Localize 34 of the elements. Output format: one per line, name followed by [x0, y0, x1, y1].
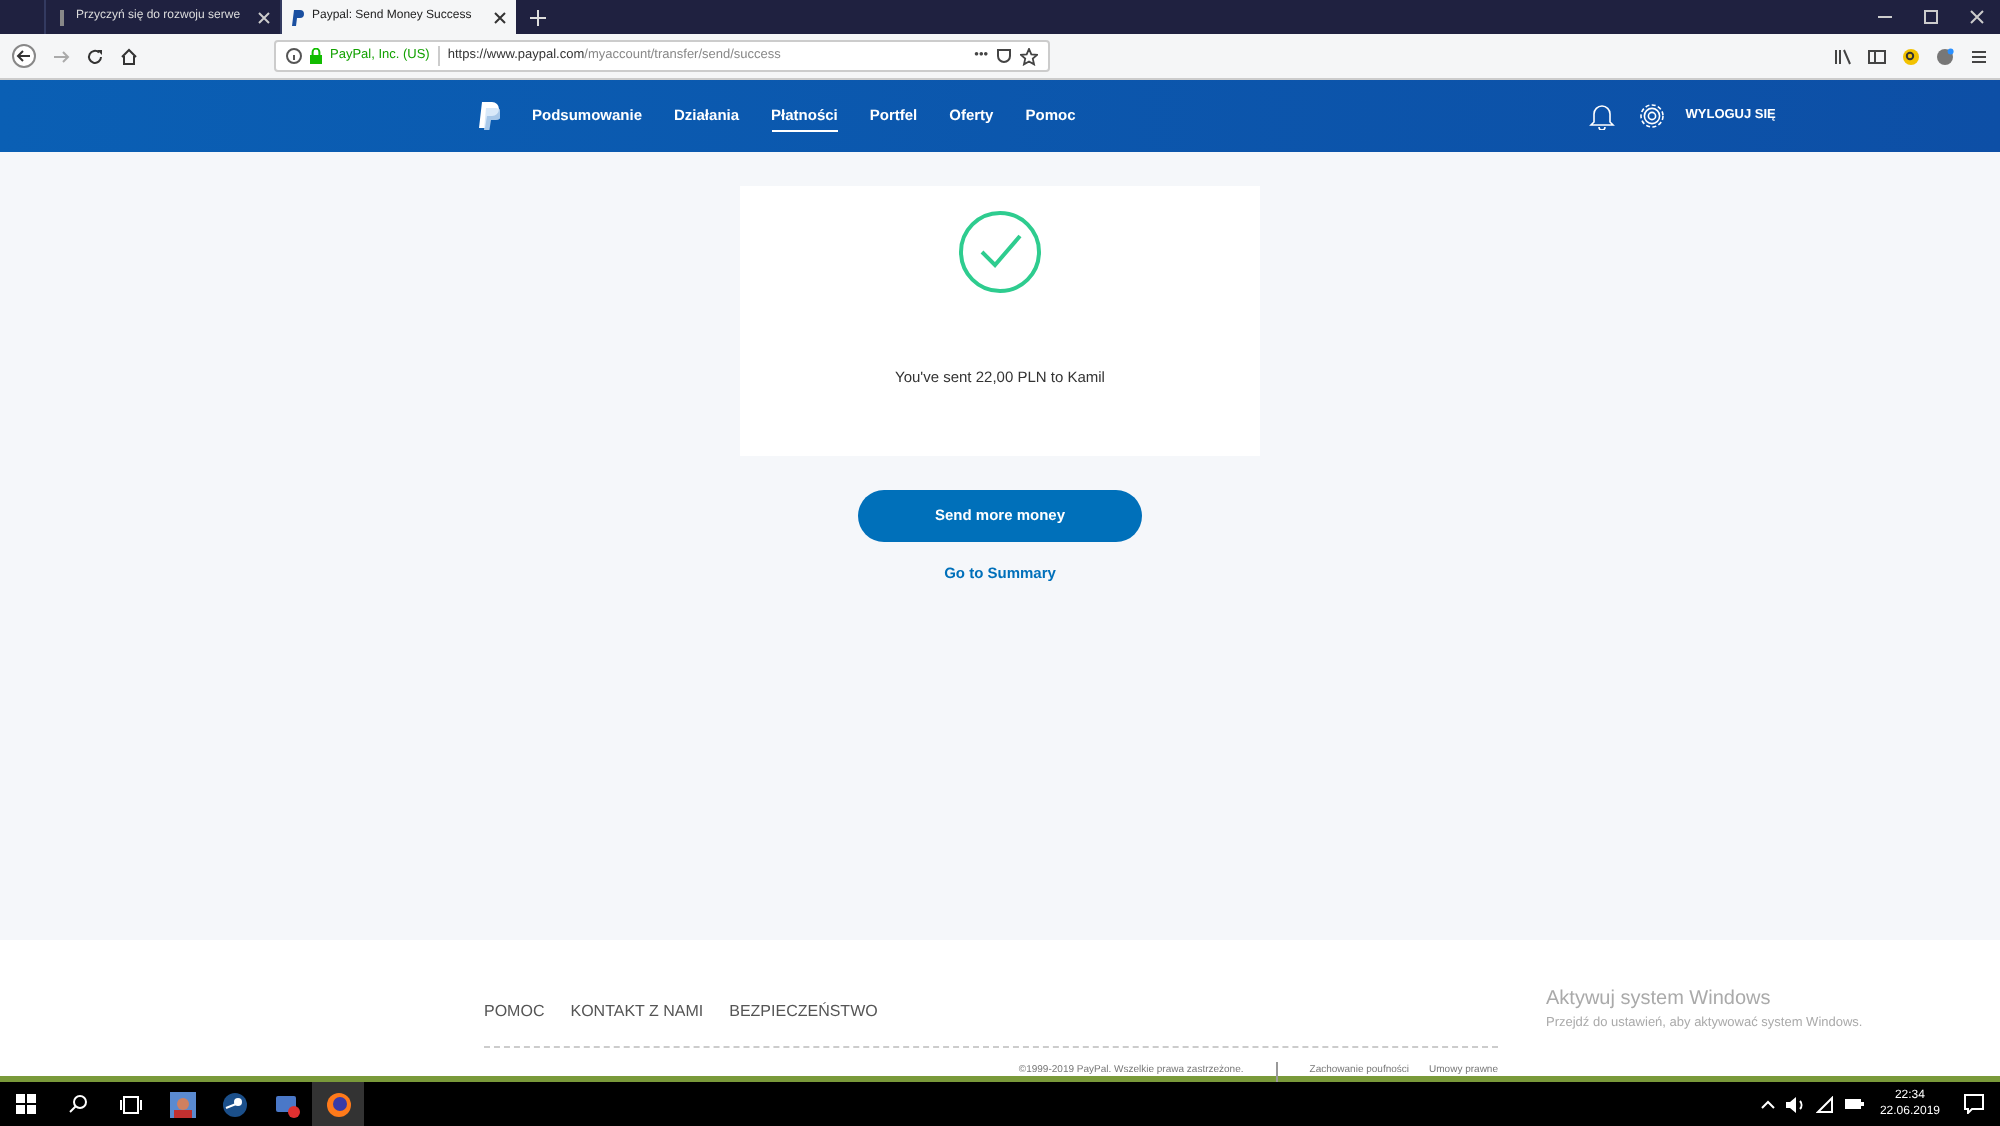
close-icon[interactable] — [494, 11, 506, 23]
recorder-app-icon[interactable] — [273, 1091, 299, 1117]
maximize-icon[interactable] — [1924, 10, 1938, 24]
home-icon[interactable] — [120, 47, 138, 65]
notification-icon[interactable] — [1964, 1094, 1984, 1114]
footer-link[interactable]: BEZPIECZEŃSTWO — [729, 1002, 878, 1020]
activation-title: Aktywuj system Windows — [1546, 986, 1773, 1014]
minimize-icon[interactable] — [1878, 10, 1892, 24]
new-tab-icon[interactable] — [530, 9, 546, 25]
library-icon[interactable] — [1834, 47, 1852, 65]
bell-icon[interactable] — [1587, 102, 1616, 130]
settings-icon[interactable] — [1637, 102, 1666, 130]
extension-icon[interactable] — [1902, 47, 1920, 65]
paypal-favicon — [292, 9, 304, 25]
battery-icon[interactable] — [1843, 1096, 1864, 1112]
paypal-logo[interactable] — [476, 102, 500, 130]
info-icon[interactable] — [286, 48, 302, 64]
volume-icon[interactable] — [1785, 1095, 1806, 1113]
search-icon[interactable] — [68, 1094, 88, 1114]
page-favicon — [56, 9, 68, 25]
network-icon[interactable] — [1815, 1095, 1834, 1113]
chevron-up-icon[interactable] — [1759, 1098, 1776, 1110]
back-icon[interactable] — [12, 44, 36, 68]
menu-icon[interactable] — [1970, 47, 1988, 65]
sidebar-icon[interactable] — [1868, 47, 1886, 65]
lock-icon — [310, 48, 322, 64]
star-icon[interactable] — [1020, 47, 1038, 65]
footer-link[interactable]: POMOC — [484, 1002, 545, 1020]
account-icon[interactable] — [1936, 47, 1954, 65]
reload-icon[interactable] — [86, 47, 104, 65]
task-view-icon[interactable] — [119, 1095, 141, 1113]
checkmark-icon — [958, 210, 1042, 294]
windows-start-icon[interactable] — [16, 1094, 36, 1114]
footer-link[interactable]: KONTAKT Z NAMI — [570, 1002, 704, 1020]
